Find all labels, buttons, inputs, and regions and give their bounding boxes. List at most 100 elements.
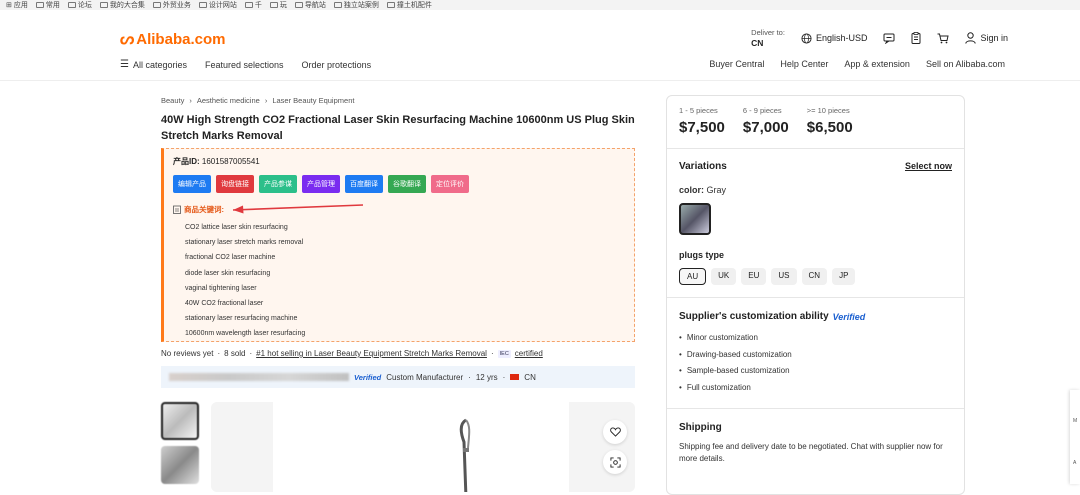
keyword-item: stationary laser resurfacing machine <box>185 315 298 323</box>
customization-title: Supplier's customization ability <box>679 311 829 322</box>
bookmark-label: 常用 <box>45 2 60 9</box>
alibaba-logo[interactable]: ᔕ Alibaba.com <box>120 29 225 49</box>
folder-icon <box>67 2 76 8</box>
deliver-label: Deliver to: <box>751 28 785 37</box>
select-now-link[interactable]: Select now <box>905 161 952 172</box>
plugin-button[interactable]: 询盘链接 <box>216 175 254 193</box>
bookmark-label: 玩 <box>279 2 287 9</box>
tier-quantity: 1 - 5 pieces <box>679 106 718 115</box>
supplier-bar[interactable]: Verified Custom Manufacturer · 12 yrs · … <box>161 366 635 388</box>
price-tier: 1 - 5 pieces $7,500 <box>679 106 725 136</box>
sold-count: 8 sold <box>224 349 246 358</box>
plug-option[interactable]: US <box>771 268 797 285</box>
keyword-item: 10600nm wavelength laser resurfacing <box>185 330 306 338</box>
plugin-button[interactable]: 产品管理 <box>302 175 340 193</box>
logo-text: Alibaba.com <box>136 30 226 48</box>
reviews-text: No reviews yet <box>161 349 214 358</box>
bookmark-label: 设计网站 <box>208 2 237 9</box>
nav-app-extension[interactable]: App & extension <box>844 59 910 70</box>
customization-item: Drawing-based customization <box>679 347 952 364</box>
breadcrumb-sep: › <box>189 96 192 105</box>
favorite-button[interactable] <box>603 420 627 444</box>
customization-item: Minor customization <box>679 330 952 347</box>
breadcrumb-sep: › <box>264 96 268 105</box>
bookmark-label: 应用 <box>13 2 28 9</box>
breadcrumb: Beauty › Aesthetic medicine › Laser Beauty… <box>161 96 354 105</box>
customization-list: Minor customizationDrawing-based customi… <box>679 330 952 396</box>
dot-separator: · <box>490 349 494 358</box>
dot-separator: · <box>468 372 471 382</box>
bookmark-item[interactable]: 常用 <box>35 0 60 10</box>
image-search-button[interactable] <box>603 450 627 474</box>
folder-icon <box>333 2 342 8</box>
bookmark-item[interactable]: 外贸业务 <box>152 0 191 10</box>
plugin-button[interactable]: 百度翻译 <box>345 175 383 193</box>
menu-icon: ☰ <box>120 59 129 70</box>
header-divider <box>0 80 1080 81</box>
language-label: English-USD <box>815 33 868 43</box>
main-image-gallery <box>211 402 635 492</box>
bookmark-item[interactable]: 千 <box>244 0 262 10</box>
bookmark-label: 千 <box>254 2 262 9</box>
plug-option[interactable]: EU <box>741 268 767 285</box>
nav-buyer-central[interactable]: Buyer Central <box>709 59 764 70</box>
cart-icon[interactable] <box>937 33 950 44</box>
nav-featured-selections[interactable]: Featured selections <box>205 60 284 70</box>
breadcrumb-item[interactable]: Beauty <box>161 96 184 105</box>
dot-separator: · <box>249 349 253 358</box>
product-id-value: 1601587005541 <box>201 157 260 166</box>
thumbnail-image[interactable] <box>161 446 199 484</box>
plug-option[interactable]: UK <box>711 268 737 285</box>
floating-side-bar[interactable]: MA <box>1070 390 1080 484</box>
message-icon[interactable] <box>883 33 895 44</box>
bookmark-item[interactable]: ⊞ 应用 <box>6 0 28 10</box>
price-tiers: 1 - 5 pieces $7,500 6 - 9 pieces $7,000 >= 1… <box>679 106 952 136</box>
color-swatch-gray[interactable] <box>679 203 711 235</box>
bookmark-item[interactable]: 玩 <box>269 0 287 10</box>
plug-option[interactable]: CN <box>801 268 828 285</box>
heart-icon <box>609 427 621 437</box>
bookmark-item[interactable]: 撞土机配件 <box>386 0 432 10</box>
seller-plugin-panel: 产品ID: 1601587005541 编辑产品 询盘链接 产品参谋 产品管理 百度翻译… <box>161 148 635 342</box>
laser-machine-image <box>459 418 471 492</box>
globe-icon <box>801 32 812 44</box>
plugin-button[interactable]: 谷歌翻译 <box>388 175 426 193</box>
variations-title: Variations <box>679 161 727 172</box>
language-selector[interactable]: English-USD <box>801 32 868 44</box>
plugin-button[interactable]: 产品参谋 <box>259 175 297 193</box>
certified-link[interactable]: certified <box>515 349 543 358</box>
bookmark-label: 论坛 <box>77 2 92 9</box>
nav-sell-on-alibaba[interactable]: Sell on Alibaba.com <box>926 59 1005 70</box>
main-product-image[interactable] <box>273 402 569 492</box>
nav-order-protections[interactable]: Order protections <box>302 60 372 70</box>
plugin-button[interactable]: 编辑产品 <box>173 175 211 193</box>
plug-option[interactable]: AU <box>679 268 707 285</box>
plug-option[interactable]: JP <box>832 268 856 285</box>
deliver-to[interactable]: Deliver to: CN <box>751 27 785 49</box>
deliver-value: CN <box>751 38 764 48</box>
plugin-button[interactable]: 定位评价 <box>431 175 469 193</box>
hot-selling-link[interactable]: #1 hot selling in Laser Beauty Equipment… <box>256 349 487 358</box>
folder-icon <box>294 2 303 8</box>
bookmark-item[interactable]: 导航站 <box>294 0 326 10</box>
product-id-label: 产品ID: <box>173 157 200 166</box>
breadcrumb-item[interactable]: Aesthetic medicine <box>197 96 260 105</box>
sign-in-button[interactable]: Sign in <box>965 32 1008 44</box>
all-categories-label: All categories <box>132 59 187 70</box>
bookmark-item[interactable]: 设计网站 <box>198 0 237 10</box>
dot-separator: · <box>217 349 221 358</box>
bookmark-item[interactable]: 独立站案例 <box>333 0 379 10</box>
keyword-item: 40W CO2 fractional laser <box>185 300 264 308</box>
breadcrumb-item[interactable]: Laser Beauty Equipment <box>272 96 354 105</box>
tier-price: $7,500 <box>679 119 725 136</box>
keywords-list: CO2 lattice laser skin resurfacing statio… <box>185 220 625 342</box>
all-categories-menu[interactable]: ☰ All categories <box>120 59 187 70</box>
site-header: ᔕ Alibaba.com Deliver to: CN English-USD… <box>0 22 1080 80</box>
shipping-text: Shipping fee and delivery date to be neg… <box>679 442 943 463</box>
plugs-type-label: plugs type <box>679 250 725 260</box>
orders-icon[interactable] <box>911 32 921 44</box>
thumbnail-image[interactable] <box>161 402 199 440</box>
bookmark-item[interactable]: 我的大合集 <box>99 0 145 10</box>
bookmark-item[interactable]: 论坛 <box>67 0 92 10</box>
nav-help-center[interactable]: Help Center <box>780 59 828 70</box>
